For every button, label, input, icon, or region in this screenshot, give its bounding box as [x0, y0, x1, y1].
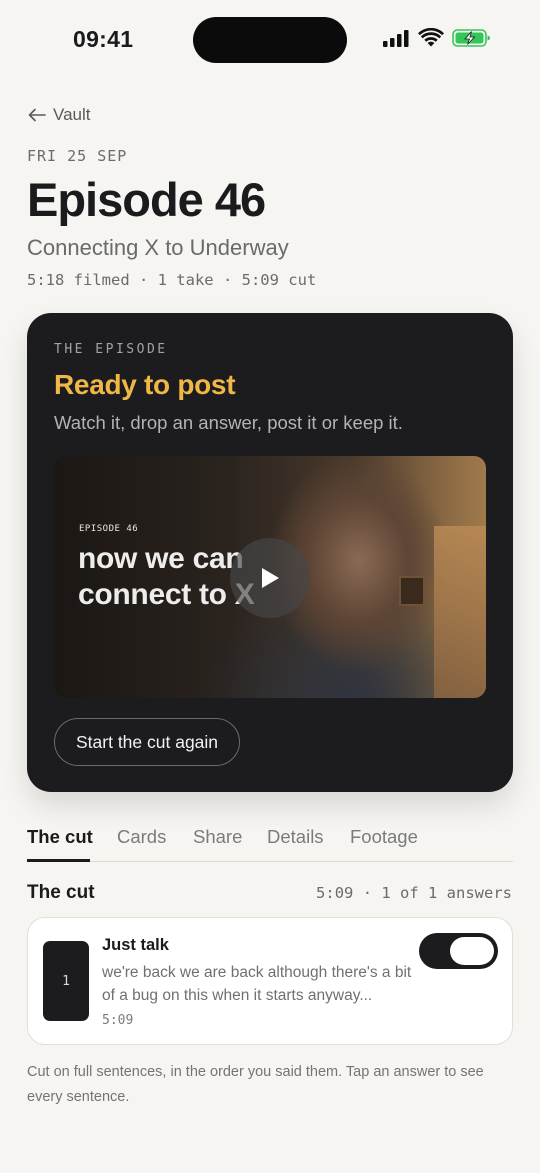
- video-background-frame: [399, 576, 425, 606]
- answer-excerpt: we're back we are back although there's …: [102, 964, 412, 1004]
- back-link-label: Vault: [53, 105, 91, 124]
- tab-the-cut[interactable]: The cut: [27, 826, 93, 848]
- arrow-left-icon: [28, 108, 46, 122]
- dynamic-island: [193, 17, 347, 63]
- tab-footage[interactable]: Footage: [350, 826, 418, 848]
- tab-share[interactable]: Share: [193, 826, 242, 848]
- video-player[interactable]: EPISODE 46 now we can connect to X: [54, 456, 486, 698]
- wifi-icon: [418, 28, 444, 47]
- answer-thumbnail: 1: [43, 941, 89, 1021]
- answer-card[interactable]: 1 Just talk we're back we are back altho…: [27, 917, 513, 1045]
- answer-include-toggle[interactable]: [419, 933, 498, 969]
- episode-card: THE EPISODE Ready to post Watch it, drop…: [27, 313, 513, 792]
- toggle-knob: [450, 937, 494, 965]
- video-overlay-line-2: connect to X: [78, 578, 255, 611]
- episode-date: FRI 25 SEP: [27, 147, 128, 165]
- card-description: Watch it, drop an answer, post it or kee…: [54, 412, 403, 433]
- video-background-door: [434, 526, 486, 698]
- footer-note: Cut on full sentences, in the order you …: [27, 1064, 484, 1105]
- episode-meta: 5:18 filmed · 1 take · 5:09 cut: [27, 271, 317, 289]
- battery-charging-icon: [452, 29, 490, 47]
- start-cut-again-button[interactable]: Start the cut again: [54, 718, 241, 766]
- answer-index: 1: [62, 973, 70, 989]
- status-title: Ready to post: [54, 369, 236, 400]
- answer-duration: 5:09: [102, 1013, 134, 1028]
- play-icon: [262, 568, 279, 588]
- video-overlay-label: EPISODE 46: [79, 524, 139, 534]
- tab-bar: The cut Cards Share Details Footage: [27, 824, 513, 862]
- system-icons: [382, 28, 492, 48]
- play-button[interactable]: [230, 538, 310, 618]
- episode-subtitle: Connecting X to Underway: [27, 235, 289, 260]
- section-meta: 5:09 · 1 of 1 answers: [316, 884, 512, 902]
- tab-cards[interactable]: Cards: [117, 826, 166, 848]
- answer-title: Just talk: [102, 936, 169, 954]
- status-bar: 09:41: [0, 0, 540, 80]
- video-overlay-line-1: now we can: [78, 542, 244, 575]
- status-time: 09:41: [73, 26, 134, 52]
- active-tab-indicator: [27, 859, 90, 862]
- card-eyebrow: THE EPISODE: [54, 342, 168, 357]
- section-heading: The cut: [27, 882, 95, 903]
- page-title: Episode 46: [27, 173, 266, 226]
- cellular-signal-icon: [383, 30, 409, 47]
- tab-details[interactable]: Details: [267, 826, 324, 848]
- back-to-vault-link[interactable]: Vault: [27, 105, 91, 125]
